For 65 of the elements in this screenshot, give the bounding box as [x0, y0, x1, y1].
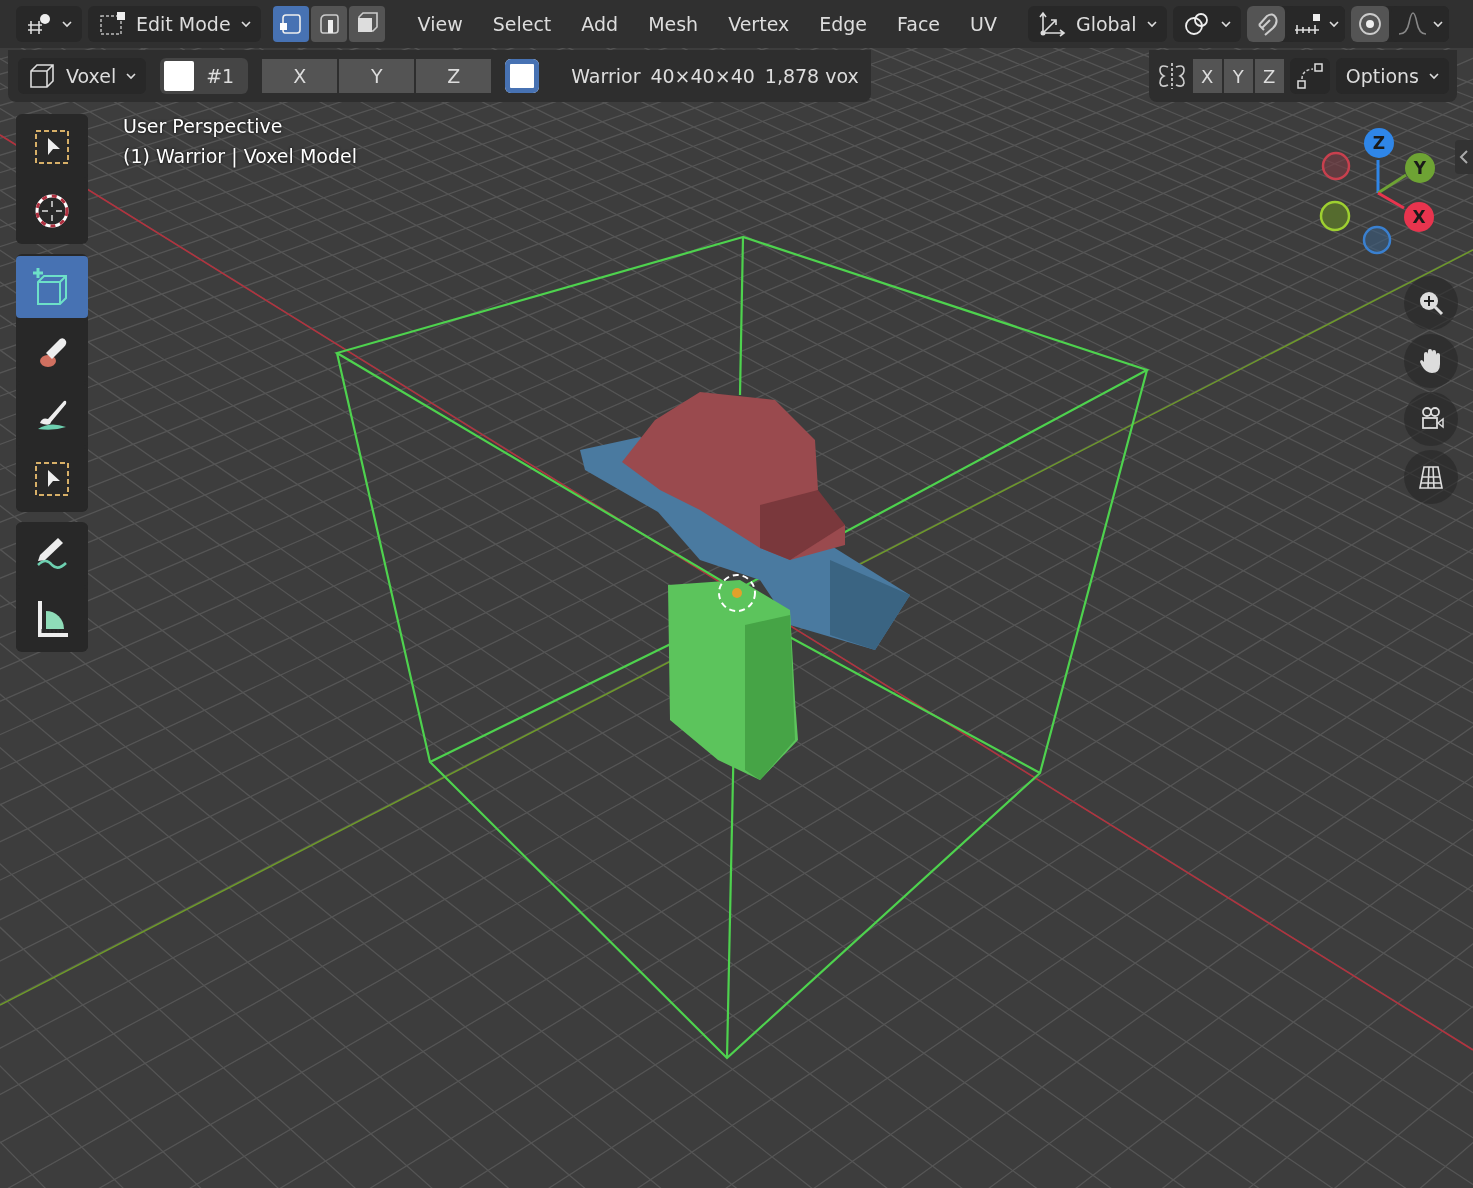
- menu-item[interactable]: Vertex: [713, 7, 805, 41]
- menu-item[interactable]: View: [402, 7, 478, 41]
- viewport-info-text: (1) Warrior | Voxel Model: [123, 145, 357, 167]
- linked-circles-icon: [1182, 11, 1211, 37]
- caret-icon: [240, 20, 251, 28]
- viewport-info-text: User Perspective: [123, 115, 284, 137]
- axis-button[interactable]: X: [262, 59, 338, 93]
- edge-select-mode-button[interactable]: [310, 6, 347, 42]
- model-info-text: 40×40×40: [650, 65, 755, 87]
- transform-affect-button[interactable]: [1289, 58, 1330, 94]
- menu-item[interactable]: Face: [882, 7, 956, 41]
- grid-plane-icon: [1418, 464, 1444, 490]
- origin-marker-icon: [718, 574, 756, 612]
- mirror-icon: [1156, 62, 1187, 90]
- menu-item[interactable]: Mesh: [633, 7, 714, 41]
- vertex-select-icon: [278, 12, 303, 36]
- caret-icon: [1220, 20, 1231, 28]
- brush-dropdown[interactable]: Voxel: [18, 58, 147, 94]
- axis-gizmo[interactable]: Z Y X: [1314, 126, 1444, 256]
- falloff-curve-icon: [1396, 11, 1427, 37]
- menu-item[interactable]: Edge: [804, 7, 883, 41]
- select-icon: [32, 127, 72, 167]
- caret-icon: [62, 20, 72, 28]
- caret-icon: [126, 72, 137, 80]
- caret-icon: [1429, 72, 1439, 80]
- caret-icon: [1328, 20, 1339, 28]
- cube-outline-icon: [28, 62, 56, 90]
- axes-sphere-icon: [26, 13, 52, 35]
- menu-item[interactable]: Add: [566, 7, 634, 41]
- dot-circle-icon: [1356, 11, 1383, 37]
- camera-view-button[interactable]: [1404, 392, 1458, 446]
- color-swatch: [164, 61, 195, 91]
- menu-item[interactable]: Select: [477, 7, 567, 41]
- caret-icon: [1146, 20, 1157, 28]
- caret-icon: [1432, 20, 1443, 28]
- dotted-curve-squares-icon: [1295, 62, 1324, 90]
- sidebar-toggle-button[interactable]: [1455, 140, 1473, 174]
- model-info-text: Warrior: [571, 65, 641, 87]
- chevron-left-icon: [1459, 150, 1469, 164]
- pan-button[interactable]: [1404, 334, 1458, 388]
- options-dropdown[interactable]: Options: [1335, 58, 1449, 94]
- face-select-mode-button[interactable]: [348, 6, 385, 42]
- select-icon: [32, 459, 72, 499]
- zoom-icon: [1418, 290, 1444, 316]
- orientation-dropdown[interactable]: Global: [1027, 6, 1167, 42]
- color-picker-button[interactable]: #1: [160, 58, 249, 94]
- menu-item[interactable]: UV: [955, 7, 1012, 41]
- proportional-editing-toggle[interactable]: [1350, 6, 1389, 42]
- perspective-toggle-button[interactable]: [1404, 450, 1458, 504]
- snapping-toggle[interactable]: [1246, 6, 1285, 42]
- mode-dropdown[interactable]: Edit Mode: [88, 6, 261, 42]
- increment-ruler-icon: [1292, 12, 1323, 36]
- editor-type-button[interactable]: [16, 6, 82, 42]
- vertex-square-icon: [98, 11, 126, 37]
- pivot-point-button[interactable]: [1172, 6, 1241, 42]
- mirror-axis-button[interactable]: Y: [1223, 59, 1253, 93]
- transform-axes-icon: [1037, 10, 1066, 38]
- model-info-text: 1,878 vox: [764, 65, 859, 87]
- axis-button[interactable]: Z: [416, 59, 492, 93]
- mirror-axis-button[interactable]: X: [1192, 59, 1222, 93]
- checkbox[interactable]: [505, 59, 540, 93]
- zoom-button[interactable]: [1404, 276, 1458, 330]
- vertex-select-mode-button[interactable]: [272, 6, 309, 42]
- axis-button[interactable]: Y: [339, 59, 415, 93]
- mirror-axis-button[interactable]: Z: [1254, 59, 1284, 93]
